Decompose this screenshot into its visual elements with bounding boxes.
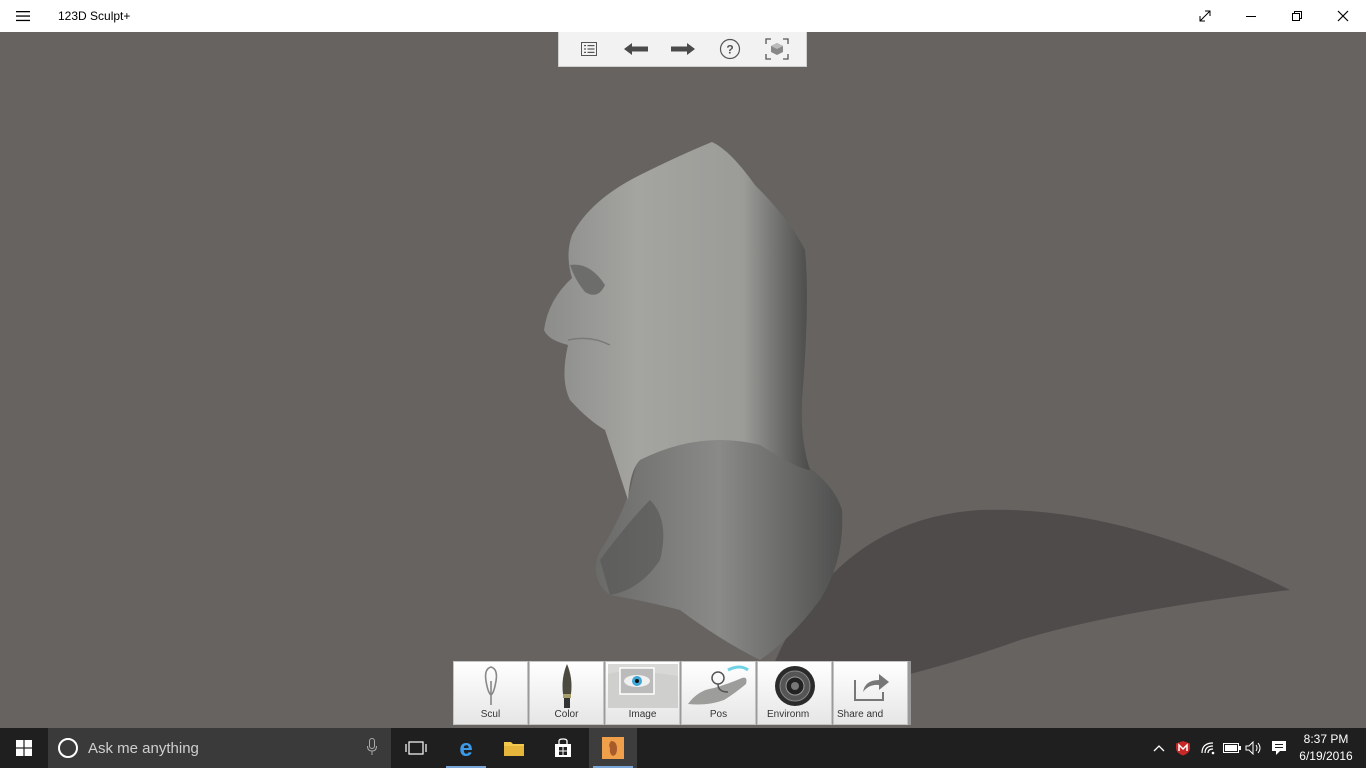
hamburger-menu-icon[interactable]	[0, 0, 46, 32]
taskbar-clock[interactable]: 8:37 PM 6/19/2016	[1296, 731, 1356, 765]
search-placeholder: Ask me anything	[88, 739, 199, 757]
tool-environment-label: Environm	[767, 709, 810, 720]
list-icon	[580, 42, 597, 56]
start-button[interactable]	[0, 728, 48, 768]
speaker-icon	[1245, 741, 1261, 755]
tool-environment[interactable]: Environm	[757, 661, 832, 725]
share-arrow-icon	[834, 664, 907, 708]
tool-color[interactable]: Color	[529, 661, 604, 725]
sculpt-app-icon	[602, 737, 624, 759]
redo-button[interactable]	[666, 35, 700, 63]
top-toolbar: ?	[558, 32, 807, 67]
microphone-icon[interactable]	[367, 738, 377, 756]
tool-color-label: Color	[554, 709, 579, 720]
task-view-button[interactable]	[392, 728, 440, 768]
action-center-button[interactable]	[1268, 728, 1290, 768]
folder-icon	[504, 742, 524, 756]
cortana-icon	[58, 738, 78, 758]
undo-arrow-icon	[623, 43, 648, 55]
tool-pose[interactable]: Pos	[681, 661, 756, 725]
fullscreen-button[interactable]	[1182, 0, 1228, 32]
redo-arrow-icon	[670, 43, 695, 55]
store-button[interactable]	[539, 728, 587, 768]
tool-sculpt[interactable]: Scul	[453, 661, 528, 725]
svg-text:?: ?	[726, 43, 733, 57]
help-button[interactable]: ?	[713, 35, 747, 63]
show-hidden-icons-button[interactable]	[1150, 728, 1168, 768]
tool-share[interactable]: Share and	[833, 661, 908, 725]
sculpt-tool-icon	[454, 664, 527, 708]
store-bag-icon	[555, 738, 571, 757]
frame-view-icon	[764, 38, 789, 60]
chevron-up-icon	[1153, 745, 1165, 752]
file-explorer-button[interactable]	[490, 728, 538, 768]
title-bar: 123D Sculpt+	[0, 0, 1366, 32]
tool-palette: Scul Color Image Pos Environm Share and	[453, 661, 911, 725]
restore-button[interactable]	[1274, 0, 1320, 32]
tool-sculpt-label: Scul	[480, 709, 501, 720]
battery-icon	[1223, 743, 1241, 753]
tool-share-label: Share and	[837, 709, 884, 720]
network-tray-button[interactable]	[1198, 728, 1220, 768]
notification-icon	[1272, 741, 1286, 755]
tool-pose-label: Pos	[709, 709, 728, 720]
menu-list-button[interactable]	[572, 35, 606, 63]
search-box[interactable]: Ask me anything	[48, 728, 391, 768]
battery-tray-button[interactable]	[1221, 728, 1243, 768]
tool-image[interactable]: Image	[605, 661, 680, 725]
restore-icon	[1292, 11, 1302, 21]
windows-logo-icon	[16, 740, 32, 756]
minimize-button[interactable]	[1228, 0, 1274, 32]
svg-text:e: e	[459, 737, 472, 759]
frame-view-button[interactable]	[760, 35, 794, 63]
mcafee-tray-button[interactable]	[1172, 728, 1194, 768]
sculpt-model[interactable]	[0, 32, 1366, 728]
edge-browser-icon: e	[459, 737, 472, 759]
task-view-icon	[405, 741, 427, 755]
fullscreen-icon	[1199, 10, 1211, 22]
help-icon: ?	[719, 38, 740, 60]
app-title: 123D Sculpt+	[58, 9, 131, 23]
taskbar: Ask me anything e 8:37 PM 6/19/2016	[0, 728, 1366, 768]
close-icon	[1337, 10, 1349, 22]
volume-tray-button[interactable]	[1243, 728, 1265, 768]
paint-brush-icon	[530, 664, 603, 708]
clock-time: 8:37 PM	[1303, 732, 1349, 746]
undo-button[interactable]	[619, 35, 653, 63]
environment-lens-icon	[758, 664, 831, 708]
eye-image-icon	[606, 664, 679, 708]
sculpt-taskbar-button[interactable]	[589, 728, 637, 768]
wifi-icon	[1201, 742, 1215, 755]
mcafee-shield-icon	[1176, 741, 1190, 756]
edge-taskbar-button[interactable]: e	[442, 728, 490, 768]
pose-hand-icon	[682, 664, 755, 708]
sculpt-viewport[interactable]	[0, 32, 1366, 728]
clock-date: 6/19/2016	[1299, 749, 1353, 763]
close-button[interactable]	[1320, 0, 1366, 32]
tool-image-label: Image	[628, 709, 657, 720]
minimize-icon	[1246, 16, 1256, 17]
